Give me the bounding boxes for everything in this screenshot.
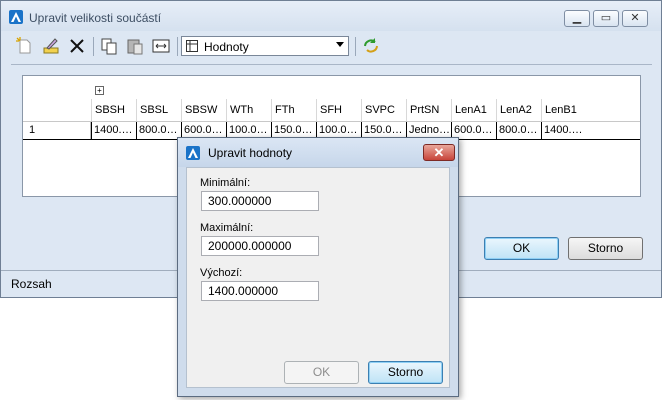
column-header[interactable]: SBSH <box>91 99 136 121</box>
dialog-ok-button[interactable]: OK <box>284 361 359 384</box>
refresh-icon[interactable] <box>361 36 381 56</box>
new-icon[interactable] <box>15 36 35 56</box>
toolbar-separator <box>93 37 94 56</box>
column-header[interactable]: LenA2 <box>496 99 541 121</box>
column-header[interactable]: WTh <box>226 99 271 121</box>
column-header[interactable]: SBSW <box>181 99 226 121</box>
edit-icon[interactable] <box>41 36 61 56</box>
main-titlebar[interactable]: Upravit velikosti součástí ▁ ▭ ✕ <box>1 1 661 31</box>
column-header[interactable]: FTh <box>271 99 316 121</box>
close-icon: ✕ <box>630 12 640 24</box>
dialog-titlebar[interactable]: Upravit hodnoty ✕ <box>178 138 458 167</box>
column-header[interactable]: SFH <box>316 99 361 121</box>
minimize-button[interactable]: ▁ <box>564 10 590 27</box>
resize-column-icon[interactable] <box>151 36 171 56</box>
maximize-button[interactable]: ▭ <box>593 10 619 27</box>
row-header[interactable]: 1 <box>23 122 91 139</box>
min-label: Minimální: <box>200 177 251 189</box>
ok-button[interactable]: OK <box>484 237 559 260</box>
dialog-close-button[interactable]: ✕ <box>423 144 455 161</box>
close-icon: ✕ <box>433 145 445 160</box>
expand-icon[interactable]: + <box>95 86 104 95</box>
cancel-button[interactable]: Storno <box>568 237 643 260</box>
status-text: Rozsah <box>11 277 52 291</box>
column-header[interactable]: SBSL <box>136 99 181 121</box>
default-field[interactable] <box>201 281 319 301</box>
copy-icon[interactable] <box>99 36 119 56</box>
column-header[interactable]: LenA1 <box>451 99 496 121</box>
delete-icon[interactable] <box>67 36 87 56</box>
minimize-icon: ▁ <box>572 12 582 24</box>
column-header[interactable]: LenB1 <box>541 99 586 121</box>
grid-header-row: SBSH SBSL SBSW WTh FTh SFH SVPC PrtSN LenA1 LenA2… <box>23 99 640 122</box>
edit-values-dialog: Upravit hodnoty ✕ Minimální: Maximální: … <box>177 137 459 397</box>
default-label: Výchozí: <box>200 267 243 279</box>
column-header[interactable]: SVPC <box>361 99 406 121</box>
paste-icon[interactable] <box>125 36 145 56</box>
max-field[interactable] <box>201 236 319 256</box>
dialog-body: Minimální: Maximální: Výchozí: OK Storno <box>186 167 450 388</box>
min-field[interactable] <box>201 191 319 211</box>
column-header[interactable]: PrtSN <box>406 99 451 121</box>
app-logo-icon <box>9 10 23 24</box>
dialog-title: Upravit hodnoty <box>208 146 293 160</box>
max-label: Maximální: <box>200 222 254 234</box>
table-cell[interactable]: 1400.… <box>91 122 136 139</box>
close-button[interactable]: ✕ <box>622 10 648 27</box>
view-select[interactable]: Hodnoty <box>181 36 349 56</box>
table-icon <box>186 40 198 52</box>
table-cell[interactable]: 800.0… <box>136 122 181 139</box>
chevron-down-icon <box>336 42 344 47</box>
toolbar-separator <box>177 37 178 56</box>
toolbar-separator <box>355 37 356 56</box>
toolbar: Hodnoty <box>11 34 651 58</box>
window-title: Upravit velikosti součástí <box>29 11 162 25</box>
maximize-icon: ▭ <box>600 12 612 24</box>
app-logo-icon <box>186 146 200 160</box>
view-select-value: Hodnoty <box>204 40 249 54</box>
dialog-cancel-button[interactable]: Storno <box>368 361 443 384</box>
table-cell[interactable]: 800.0… <box>496 122 541 139</box>
table-cell[interactable]: 1400.… <box>541 122 586 139</box>
